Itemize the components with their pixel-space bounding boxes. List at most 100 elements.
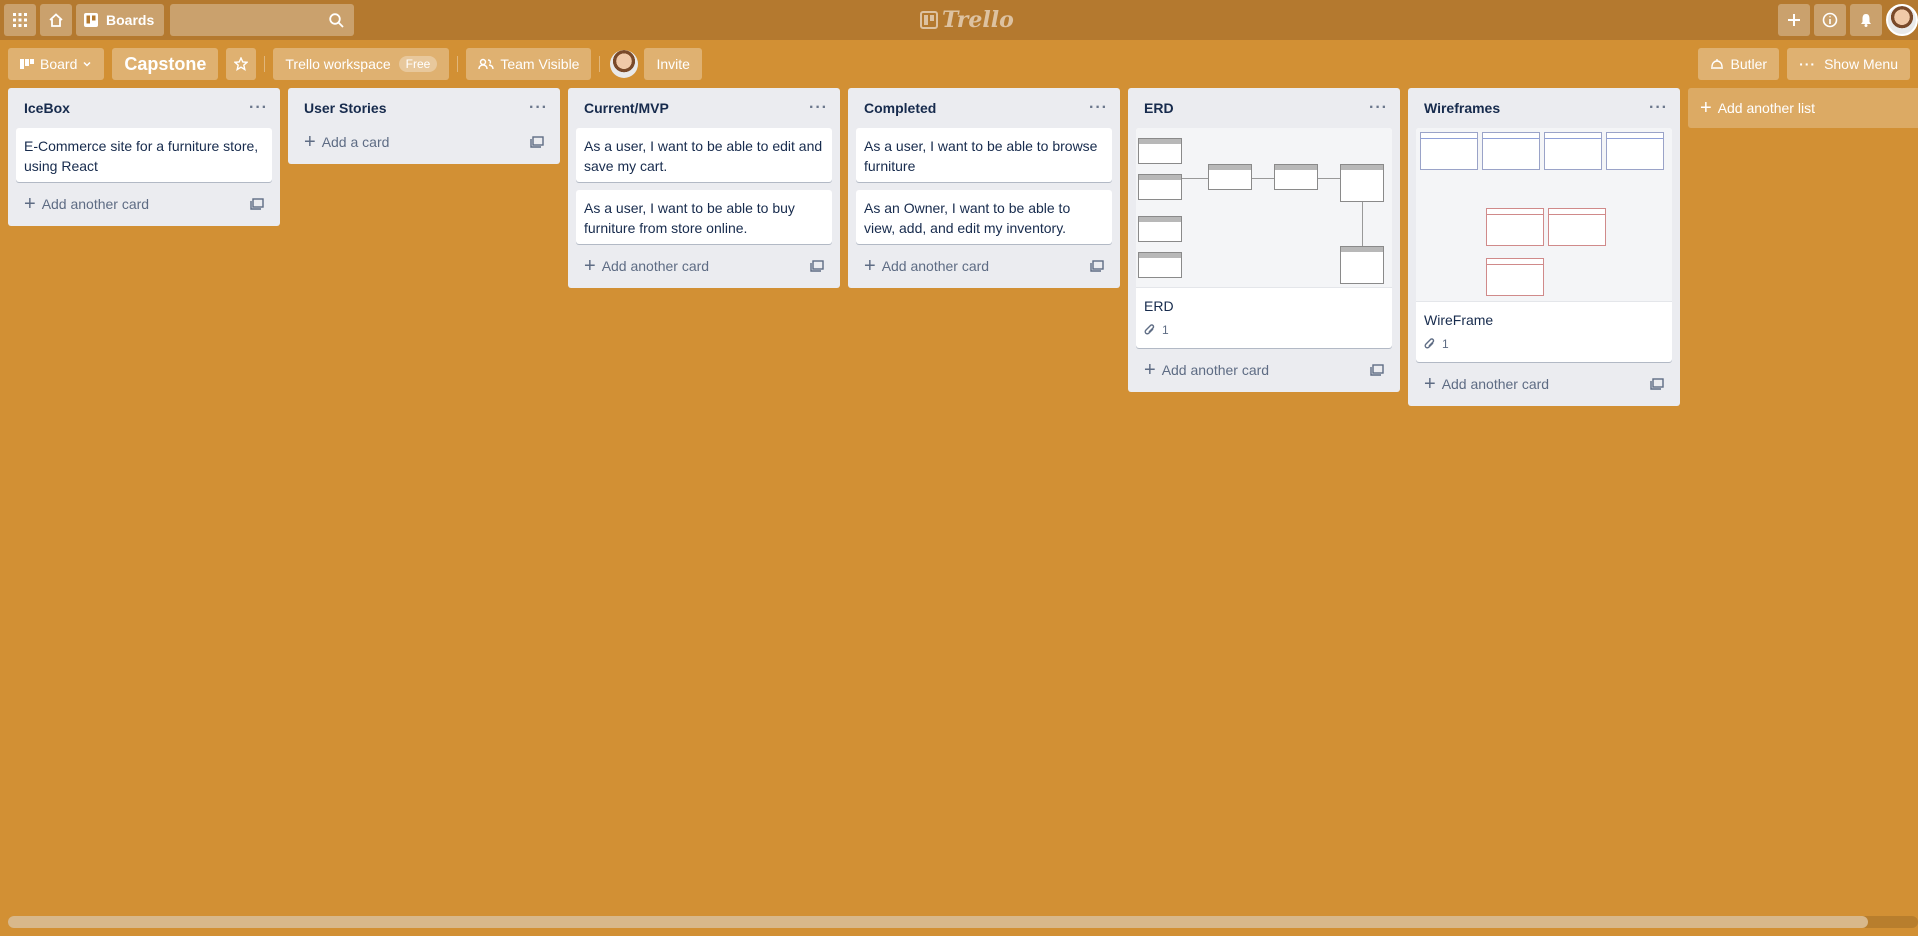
list-icebox[interactable]: IceBox ··· E-Commerce site for a furnitu…	[8, 88, 280, 226]
add-list-label: Add another list	[1717, 100, 1815, 116]
board-view-icon	[20, 59, 34, 69]
attachment-badge: 1	[1144, 320, 1384, 344]
trello-logo-icon	[920, 11, 938, 29]
card[interactable]: WireFrame 1	[1416, 128, 1672, 362]
add-card-button[interactable]: + Add a card	[296, 128, 552, 156]
create-button[interactable]	[1778, 4, 1810, 36]
list-user-stories[interactable]: User Stories ··· + Add a card	[288, 88, 560, 164]
paperclip-icon	[1144, 324, 1155, 335]
list-title[interactable]: Wireframes	[1424, 100, 1500, 116]
visibility-button[interactable]: Team Visible	[466, 48, 592, 80]
list-current-mvp[interactable]: Current/MVP ··· As a user, I want to be …	[568, 88, 840, 288]
apps-button[interactable]	[4, 4, 36, 36]
list-menu-icon[interactable]: ···	[1369, 99, 1388, 117]
team-icon	[478, 58, 495, 70]
attachment-count: 1	[1162, 323, 1169, 337]
divider	[457, 56, 459, 72]
logo-text: Trello	[942, 7, 1014, 33]
star-icon	[234, 57, 249, 71]
apps-grid-icon	[13, 13, 27, 27]
attachment-count: 1	[1442, 337, 1449, 351]
list-title[interactable]: Completed	[864, 100, 936, 116]
card[interactable]: As an Owner, I want to be able to view, …	[856, 190, 1112, 244]
card-template-icon[interactable]	[1370, 364, 1384, 376]
plus-icon: +	[1144, 359, 1156, 381]
add-card-button[interactable]: + Add another card	[1136, 356, 1392, 384]
trello-logo[interactable]: Trello	[920, 7, 1014, 33]
list-erd[interactable]: ERD ··· ERD 1 + Add another card	[1128, 88, 1400, 392]
list-completed[interactable]: Completed ··· As a user, I want to be ab…	[848, 88, 1120, 288]
card[interactable]: As a user, I want to be able to buy furn…	[576, 190, 832, 244]
card[interactable]: ERD 1	[1136, 128, 1392, 348]
plus-icon: +	[304, 131, 316, 153]
card-template-icon[interactable]	[530, 136, 544, 148]
list-menu-icon[interactable]: ···	[1649, 99, 1668, 117]
paperclip-icon	[1424, 338, 1435, 349]
workspace-button[interactable]: Trello workspace Free	[273, 48, 450, 80]
plus-icon: +	[584, 255, 596, 277]
notifications-button[interactable]	[1850, 4, 1882, 36]
search-input[interactable]	[170, 4, 355, 36]
board-view-label: Board	[40, 56, 78, 72]
star-button[interactable]	[226, 48, 257, 80]
card-template-icon[interactable]	[1650, 378, 1664, 390]
plus-icon	[1788, 14, 1800, 26]
plus-icon: +	[1700, 97, 1712, 119]
butler-icon	[1711, 59, 1724, 69]
list-menu-icon[interactable]: ···	[1089, 99, 1108, 117]
board-member-avatar[interactable]	[610, 50, 639, 78]
card[interactable]: As a user, I want to be able to edit and…	[576, 128, 832, 182]
divider	[264, 56, 266, 72]
invite-button[interactable]: Invite	[644, 48, 702, 80]
board-title[interactable]: Capstone	[112, 48, 219, 80]
add-card-button[interactable]: + Add another card	[1416, 370, 1672, 398]
chevron-down-icon	[83, 61, 91, 67]
boards-icon	[84, 13, 98, 27]
board-canvas: IceBox ··· E-Commerce site for a furnitu…	[8, 88, 1918, 406]
card-title: WireFrame	[1424, 312, 1494, 328]
bell-icon	[1861, 14, 1871, 27]
boards-button[interactable]: Boards	[76, 4, 165, 36]
butler-button[interactable]: Butler	[1698, 48, 1780, 80]
card-title: ERD	[1144, 298, 1174, 314]
list-title[interactable]: ERD	[1144, 100, 1174, 116]
add-card-button[interactable]: + Add another card	[16, 190, 272, 218]
card-template-icon[interactable]	[810, 260, 824, 272]
attachment-badge: 1	[1424, 334, 1664, 358]
user-avatar[interactable]	[1886, 4, 1918, 36]
add-card-button[interactable]: + Add another card	[576, 252, 832, 280]
list-title[interactable]: IceBox	[24, 100, 70, 116]
add-card-label: Add another card	[1441, 376, 1550, 392]
info-button[interactable]	[1814, 4, 1846, 36]
list-title[interactable]: Current/MVP	[584, 100, 669, 116]
list-menu-icon[interactable]: ···	[809, 99, 828, 117]
add-card-label: Add another card	[601, 258, 710, 274]
board-header: Board Capstone Trello workspace Free Tea…	[0, 48, 1918, 80]
show-menu-button[interactable]: ··· Show Menu	[1787, 48, 1910, 80]
home-button[interactable]	[40, 4, 72, 36]
list-wireframes[interactable]: Wireframes ··· WireFrame 1 + Add another…	[1408, 88, 1680, 406]
add-card-label: Add another card	[41, 196, 150, 212]
add-card-label: Add a card	[321, 134, 390, 150]
list-menu-icon[interactable]: ···	[249, 99, 268, 117]
plus-icon: +	[24, 193, 36, 215]
board-view-switcher[interactable]: Board	[8, 48, 105, 80]
plus-icon: +	[1424, 373, 1436, 395]
add-list-button[interactable]: + Add another list	[1688, 88, 1918, 128]
add-card-button[interactable]: + Add another card	[856, 252, 1112, 280]
horizontal-scrollbar-thumb[interactable]	[8, 916, 1868, 928]
wireframe-diagram-cover	[1416, 128, 1672, 302]
more-dots-icon: ···	[1799, 56, 1817, 72]
card[interactable]: E-Commerce site for a furniture store, u…	[16, 128, 272, 182]
card-template-icon[interactable]	[1090, 260, 1104, 272]
list-menu-icon[interactable]: ···	[529, 99, 548, 117]
plus-icon: +	[864, 255, 876, 277]
card[interactable]: As a user, I want to be able to browse f…	[856, 128, 1112, 182]
boards-label: Boards	[106, 12, 155, 28]
home-icon	[49, 13, 63, 27]
list-title[interactable]: User Stories	[304, 100, 386, 116]
info-icon	[1822, 12, 1838, 28]
card-template-icon[interactable]	[250, 198, 264, 210]
workspace-plan-badge: Free	[398, 56, 438, 72]
visibility-label: Team Visible	[500, 56, 580, 72]
